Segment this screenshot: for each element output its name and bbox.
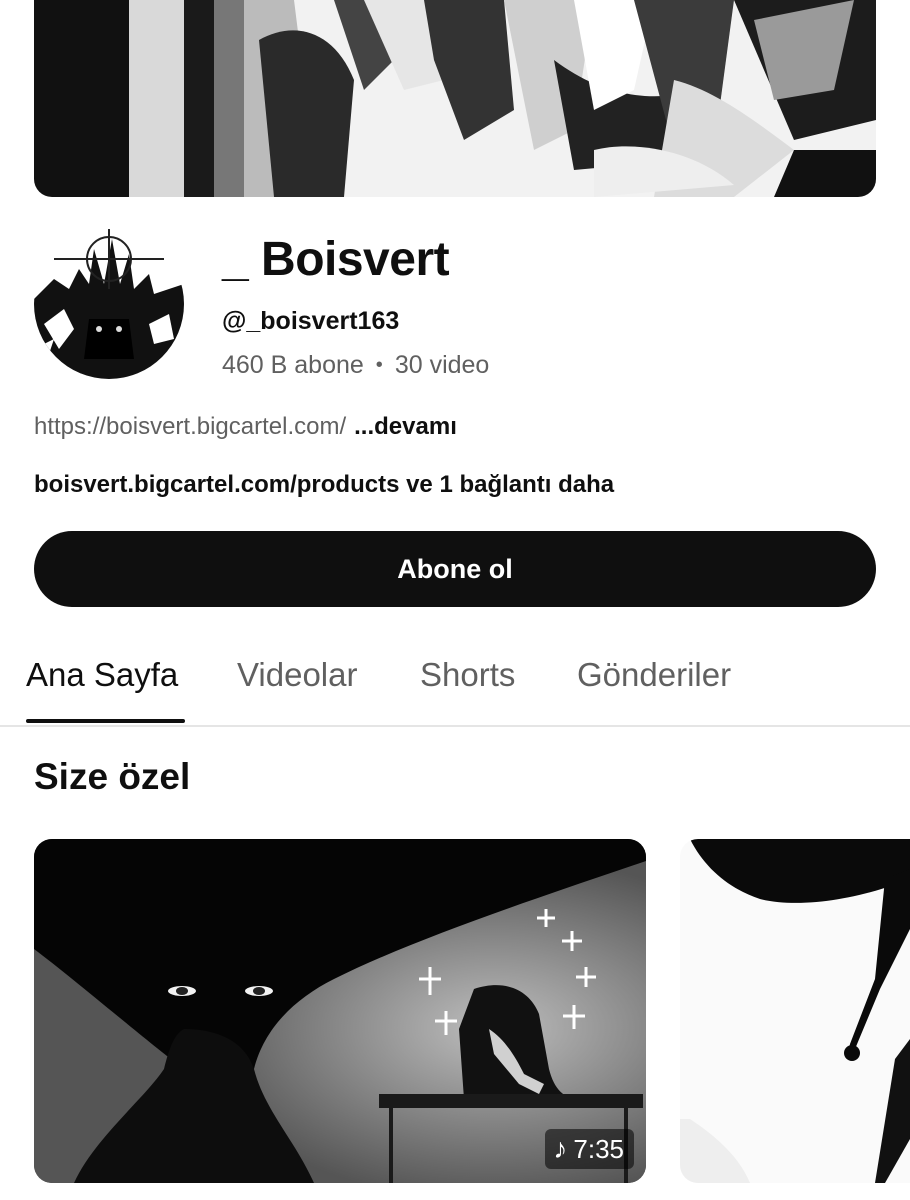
channel-name: _ Boisvert: [222, 233, 450, 286]
stats-separator: •: [375, 354, 383, 376]
description-text: https://boisvert.bigcartel.com/: [34, 413, 347, 440]
video-duration-badge: ♪ 7:35: [545, 1129, 634, 1169]
channel-stats: 460 B abone • 30 video: [222, 349, 489, 381]
video-card[interactable]: ♪ 7:35: [34, 839, 646, 1183]
video-card[interactable]: [680, 839, 910, 1183]
subscribe-button[interactable]: Abone ol: [34, 531, 876, 607]
tab-home[interactable]: Ana Sayfa: [26, 655, 178, 695]
channel-avatar[interactable]: [34, 229, 184, 379]
channel-handle: @_boisvert163: [222, 307, 400, 335]
music-note-icon: ♪: [553, 1133, 568, 1164]
show-more-link[interactable]: ...devamı: [354, 413, 457, 440]
video-duration: 7:35: [573, 1134, 624, 1164]
channel-tabs: Ana Sayfa Videolar Shorts Gönderiler: [0, 633, 910, 727]
video-count: 30 video: [394, 351, 490, 379]
channel-links[interactable]: boisvert.bigcartel.com/products ve 1 bağ…: [34, 470, 614, 500]
channel-banner: [34, 0, 876, 197]
channel-description[interactable]: https://boisvert.bigcartel.com/ ...devamı: [34, 412, 457, 442]
tab-shorts[interactable]: Shorts: [420, 655, 515, 695]
subscriber-count: 460 B abone: [222, 351, 364, 379]
tab-videos[interactable]: Videolar: [237, 655, 357, 695]
section-title: Size özel: [34, 756, 191, 797]
video-thumbnail: [680, 839, 910, 1183]
active-tab-indicator: [26, 719, 185, 723]
tab-posts[interactable]: Gönderiler: [577, 655, 731, 695]
